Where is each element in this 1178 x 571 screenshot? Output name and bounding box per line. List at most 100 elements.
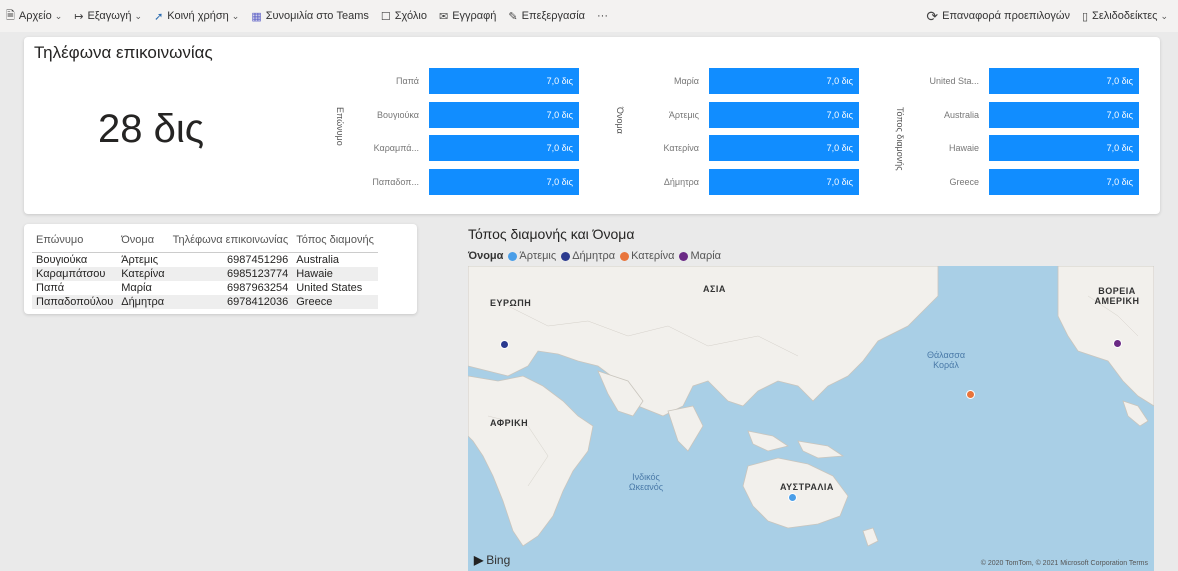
cell-phone: 6987451296 — [227, 254, 289, 266]
export-icon: ↦ — [74, 10, 84, 23]
map-point-artemis[interactable] — [788, 493, 797, 502]
bar[interactable]: 7,0 δις — [709, 101, 859, 128]
col-header-firstname[interactable]: Όνομα — [117, 234, 169, 253]
bar-chart-surname[interactable]: Επώνυμο Παπά 7,0 δις Βουγιούκα 7,0 δις Καραμπ… — [309, 61, 579, 211]
teams-chat-button[interactable]: ▦ Συνομιλία στο Teams — [251, 10, 369, 23]
share-menu[interactable]: ➚ Κοινή χρήση ⌄ — [154, 10, 239, 23]
bar-value-label: 7,0 δις — [546, 109, 573, 120]
more-label: ··· — [597, 10, 609, 22]
bar-value-label: 7,0 δις — [1106, 143, 1133, 153]
kpi-value[interactable]: 28 δις — [98, 107, 204, 152]
share-icon: ➚ — [154, 10, 164, 23]
map-point-maria[interactable] — [1113, 339, 1122, 348]
label-coral-sea: Θάλασσα Κοράλ — [926, 350, 966, 370]
share-label: Κοινή χρήση — [167, 10, 229, 22]
map-landmass — [468, 266, 1154, 547]
bar[interactable]: 7,0 δις — [429, 168, 579, 195]
bing-label: Bing — [486, 553, 511, 567]
bar[interactable]: 7,0 δις — [989, 168, 1139, 195]
col-header-surname[interactable]: Επώνυμο — [32, 234, 118, 253]
bar[interactable]: 7,0 δις — [709, 135, 859, 161]
bar[interactable]: 7,0 δις — [429, 68, 579, 94]
legend-label: Κατερίνα — [631, 250, 675, 262]
legend-dot-icon — [679, 251, 689, 261]
bar[interactable]: 7,0 δις — [989, 135, 1139, 161]
comment-button[interactable]: ☐ Σχόλιο — [381, 10, 427, 23]
legend-dot-icon — [561, 251, 571, 261]
bar-chart-residence[interactable]: Τόπος διαμονής United Sta... 7,0 δις Austra… — [869, 61, 1139, 211]
map-point-dimitra[interactable] — [500, 340, 509, 349]
file-icon: 🗎 — [6, 9, 15, 22]
bookmarks-menu[interactable]: ▯ Σελιδοδείκτες ⌄ — [1082, 10, 1168, 23]
bar-value-label: 7,0 δις — [826, 109, 853, 120]
bar[interactable]: 7,0 δις — [709, 168, 859, 195]
label-europe: ΕΥΡΩΠΗ — [490, 298, 532, 308]
cell-firstname: Δήμητρα — [117, 295, 169, 309]
bar[interactable]: 7,0 δις — [989, 101, 1139, 128]
teams-label: Συνομιλία στο Teams — [265, 10, 369, 22]
label-australia: ΑΥΣΤΡΑΛΙΑ — [780, 482, 834, 492]
teams-icon: ▦ — [251, 10, 262, 23]
bar-category-label: Greece — [949, 176, 979, 187]
bar-value-label: 7,0 δις — [546, 76, 573, 86]
cell-residence: Australia — [296, 254, 340, 266]
cell-firstname: Κατερίνα — [117, 267, 169, 281]
label-africa: ΑΦΡΙΚΗ — [490, 418, 529, 428]
table-row[interactable]: Καραμπάτσου Κατερίνα 6985123774 Hawaie — [32, 267, 378, 281]
bar[interactable]: 7,0 δις — [989, 68, 1139, 94]
label-indian-ocean: Ινδικός Ωκεανός — [628, 472, 664, 492]
bar-category-label: Βουγιούκα — [377, 109, 419, 120]
legend-dot-icon — [508, 251, 518, 261]
cell-phone: 6985123774 — [168, 267, 293, 281]
map-copyright[interactable]: © 2020 TomTom, © 2021 Microsoft Corporat… — [981, 560, 1148, 567]
bar-category-label: Καραμπά... — [373, 143, 419, 153]
legend-label: Δήμητρα — [572, 250, 616, 262]
edit-button[interactable]: ✎ Επεξεργασία — [508, 10, 585, 23]
subscribe-button[interactable]: ✉ Εγγραφή — [439, 10, 496, 23]
data-table: Επώνυμο Όνομα Τηλέφωνα επικοινωνίας Τόπο… — [24, 224, 417, 314]
map-title: Τόπος διαμονής και Όνομα — [468, 226, 635, 242]
cell-surname: Παπά — [36, 282, 65, 294]
legend-item[interactable]: Μαρία — [679, 250, 721, 262]
cell-residence: Greece — [292, 295, 378, 309]
bar-category-label: Hawaie — [948, 143, 979, 153]
legend-item[interactable]: Άρτεμις — [508, 250, 556, 262]
bar-category-label: Παπαδοπ... — [372, 176, 419, 187]
top-visuals-card: Τηλέφωνα επικοινωνίας 28 δις Επώνυμο Παπά… — [24, 37, 1160, 214]
cell-residence: United States — [296, 282, 363, 294]
bar[interactable]: 7,0 δις — [709, 68, 859, 94]
legend-item[interactable]: Δήμητρα — [561, 250, 615, 262]
bar-chart-firstname[interactable]: Όνομα Μαρία 7,0 δις Άρτεμις 7,0 δις Κατερίνα 7… — [589, 61, 859, 211]
map-canvas[interactable]: ΕΥΡΩΠΗ ΑΣΙΑ ΑΦΡΙΚΗ ΑΥΣΤΡΑΛΙΑ ΒΟΡΕΙΑ ΑΜΕΡ… — [468, 266, 1154, 571]
legend-item[interactable]: Κατερίνα — [620, 250, 674, 262]
table-row[interactable]: Παπαδοπούλου Δήμητρα 6978412036 Greece — [32, 295, 378, 309]
bar[interactable]: 7,0 δις — [429, 101, 579, 128]
bar-category-label: United Sta... — [929, 76, 979, 86]
comment-label: Σχόλιο — [394, 10, 427, 22]
col-header-residence[interactable]: Τόπος διαμονής — [292, 234, 378, 253]
cell-phone: 6978412036 — [168, 295, 293, 309]
export-menu[interactable]: ↦ Εξαγωγή ⌄ — [74, 10, 142, 23]
reset-label: Επαναφορά προεπιλογών — [942, 10, 1070, 22]
toolbar: 🗎 Αρχείο ⌄ ↦ Εξαγωγή ⌄ ➚ Κοινή χρήση ⌄ ▦… — [0, 0, 1178, 32]
cell-surname: Βουγιούκα — [36, 254, 88, 266]
map-point-katerina[interactable] — [966, 390, 975, 399]
kpi-title: Τηλέφωνα επικοινωνίας — [34, 43, 213, 62]
table-row[interactable]: Βουγιούκα Άρτεμις 6987451296 Australia — [32, 253, 378, 268]
bar[interactable]: 7,0 δις — [429, 135, 579, 161]
bar-value-label: 7,0 δις — [826, 143, 853, 153]
col-header-phone[interactable]: Τηλέφωνα επικοινωνίας — [168, 234, 293, 253]
comment-icon: ☐ — [380, 10, 391, 23]
cell-surname: Καραμπάτσου — [32, 267, 118, 281]
pencil-icon: ✎ — [508, 10, 518, 23]
file-menu[interactable]: 🗎 Αρχείο ⌄ — [6, 7, 62, 26]
bar-category-label: Άρτεμις — [668, 109, 699, 120]
table-row[interactable]: Παπά Μαρία 6987963254 United States — [32, 281, 378, 295]
more-options-button[interactable]: ··· — [597, 10, 608, 22]
cell-firstname: Μαρία — [121, 282, 152, 294]
reset-defaults-button[interactable]: ⟳ Επαναφορά προεπιλογών — [926, 8, 1070, 25]
bar-category-label: Παπά — [396, 76, 419, 86]
chevron-down-icon: ⌄ — [1160, 10, 1168, 21]
bar-value-label: 7,0 δις — [546, 143, 573, 153]
map-visual: Τόπος διαμονής και Όνομα Όνομα Άρτεμις Δ… — [464, 220, 1160, 571]
